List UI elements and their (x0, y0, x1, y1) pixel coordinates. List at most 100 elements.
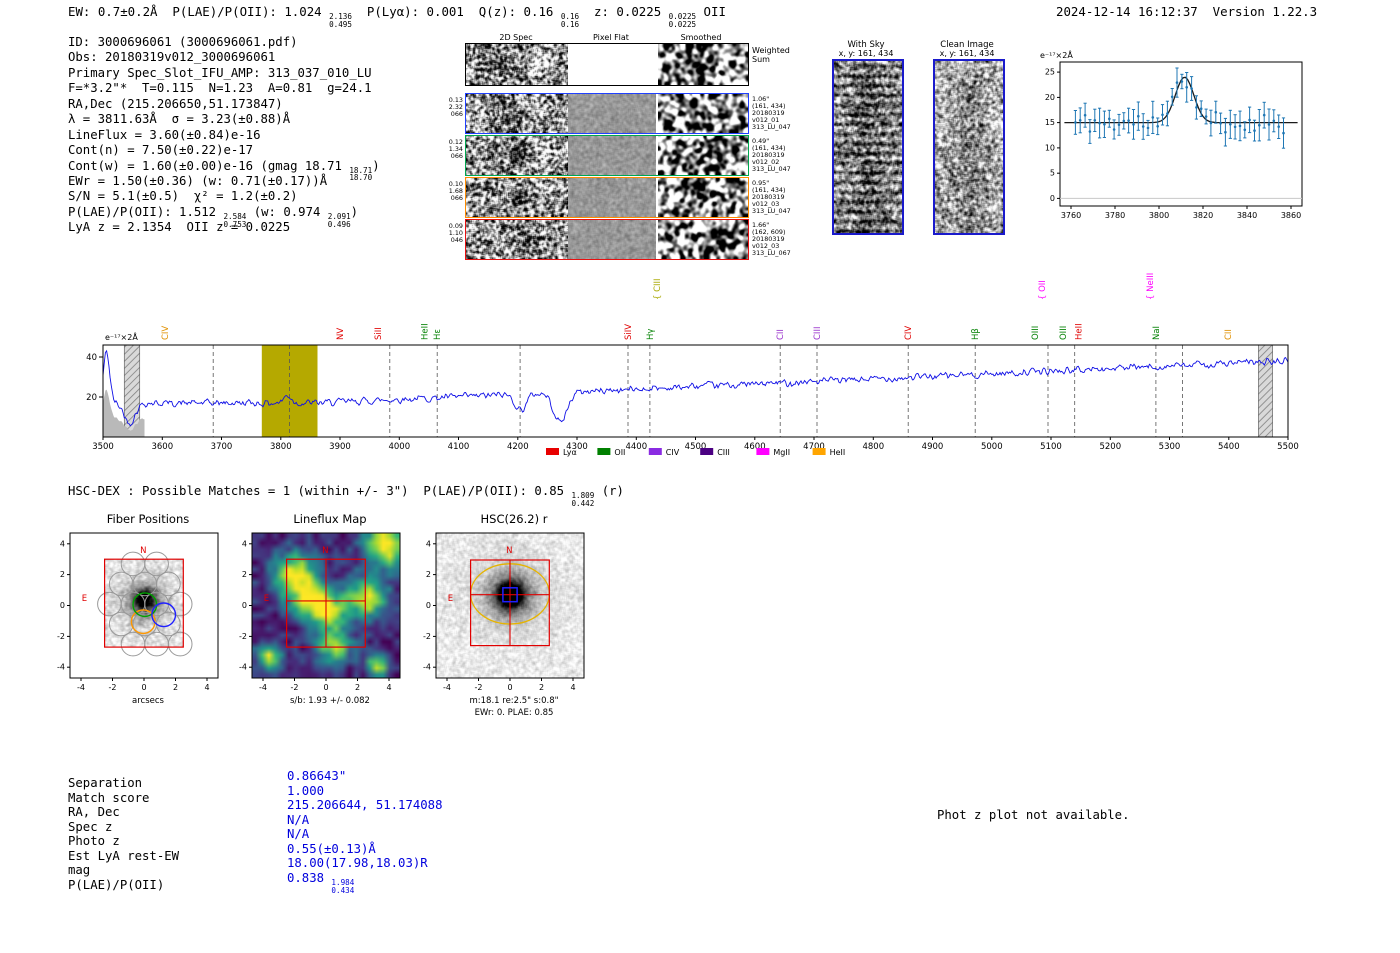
spec2d-row-left-label: 0.12 1.34 066 (448, 138, 463, 160)
match-row-label: Match score (68, 790, 150, 805)
stacked-value: 2.136 0.495 (329, 12, 352, 29)
spec2d-image (466, 44, 568, 85)
stacked-value: 1.809 0.442 (571, 491, 595, 508)
svg-text:3700: 3700 (211, 442, 233, 452)
match-row-value: 18.00(17.98,18.03)R (287, 856, 428, 870)
legend-item: CIII (700, 448, 730, 457)
sky-panel-image (933, 59, 1005, 235)
emission-line-marker: SiIV (624, 324, 634, 340)
text-segment: EWr = 1.50(±0.36) (w: 0.71(±0.17))Å (68, 173, 328, 188)
svg-text:3840: 3840 (1237, 211, 1257, 220)
lineflux-map-plot: N E -4 -4 -2 -2 0 0 2 2 4 4 (239, 532, 401, 692)
hsc-cutout-plot: N E -4 -4 -2 -2 0 0 2 2 4 4 (423, 532, 585, 692)
svg-text:-2: -2 (475, 683, 483, 692)
svg-text:5300: 5300 (1159, 442, 1181, 452)
svg-text:2: 2 (539, 683, 544, 692)
text-segment: λ = 3811.63Å σ = 3.23(±0.88)Å (68, 112, 291, 127)
svg-text:-4: -4 (259, 683, 267, 692)
svg-text:5400: 5400 (1218, 442, 1240, 452)
spec2d-row (465, 43, 749, 86)
svg-text:OII: OII (614, 448, 625, 457)
info-line: ID: 3000696061 (3000696061.pdf) (68, 35, 380, 50)
svg-text:-4: -4 (77, 683, 85, 692)
svg-text:MgII: MgII (773, 448, 790, 457)
match-row-value: 215.206644, 51.174088 (287, 798, 442, 812)
svg-text:2: 2 (60, 570, 65, 579)
info-line: LineFlux = 3.60(±0.84)e-16 (68, 128, 380, 143)
svg-text:3820: 3820 (1193, 211, 1213, 220)
text-segment: ID: 3000696061 (3000696061.pdf) (68, 35, 298, 49)
match-row-label: mag (68, 863, 91, 878)
emission-line-marker: NV (336, 328, 346, 340)
svg-text:0: 0 (323, 683, 328, 692)
photz-note: Phot z plot not available. (937, 808, 1130, 822)
svg-text:4900: 4900 (922, 442, 944, 452)
emission-line-marker: OIII (1031, 326, 1041, 340)
spec2d-row-right-label: 0.49" (161, 434) 20180319 v012_02 313_LU_047 (752, 137, 791, 173)
match-row-label: RA, Dec (68, 805, 120, 820)
emission-line-marker: CIII (813, 327, 823, 340)
info-line: Primary Spec_Slot_IFU_AMP: 313_037_010_L… (68, 66, 380, 81)
info-line: F=*3.2"* T=0.115 N=1.23 A=0.81 g=24.1 (68, 81, 380, 96)
compass-east-label: E (448, 594, 453, 604)
match-row-label: Separation (68, 776, 143, 790)
svg-text:-2: -2 (57, 632, 65, 641)
emission-line-marker: CII (1224, 329, 1234, 340)
svg-text:0: 0 (426, 601, 431, 610)
fit-plot-units-label: e⁻¹⁷×2Å (1040, 49, 1073, 60)
text-segment: LineFlux = 3.60(±0.84)e-16 (68, 127, 261, 142)
timestamp: 2024-12-14 16:12:37 Version 1.22.3 (1056, 4, 1318, 19)
svg-text:4200: 4200 (507, 442, 529, 452)
spec2d-row-left-label: 0.10 1.68 066 (448, 180, 463, 202)
spec2d-image (466, 136, 568, 175)
legend-item: MgII (756, 448, 790, 457)
match-row-value: N/A (287, 813, 309, 827)
spec2d-row-right-label: Weighted Sum (752, 46, 790, 64)
smoothed-image (656, 220, 748, 259)
svg-text:10: 10 (1045, 143, 1055, 152)
svg-text:5200: 5200 (1099, 442, 1121, 452)
svg-text:4800: 4800 (862, 442, 884, 452)
emission-line-marker: CII (776, 329, 786, 340)
text-segment: 0.86643" (287, 769, 347, 783)
pixelflat-image (568, 44, 656, 85)
svg-text:5100: 5100 (1040, 442, 1062, 452)
spec2d-row-right-label: 1.66" (162, 609) 20180319 v012_03 313_LU_067 (752, 221, 791, 257)
svg-text:20: 20 (86, 393, 97, 403)
svg-text:4: 4 (204, 683, 209, 692)
svg-text:3760: 3760 (1061, 211, 1081, 220)
svg-text:0: 0 (141, 683, 146, 692)
svg-text:CIII: CIII (717, 448, 730, 457)
fiber-xlabel: arcsecs (132, 696, 164, 706)
stacked-value: 18.71 18.70 (349, 165, 373, 183)
sky-panel-coords: x, y: 161, 434 (838, 49, 894, 58)
svg-text:4000: 4000 (388, 442, 410, 452)
spec2d-row (465, 219, 749, 260)
svg-text:0: 0 (60, 601, 65, 610)
spec2d-image (466, 220, 568, 259)
compass-north-label: N (506, 546, 512, 556)
spec2d-row-right-label: 1.06" (161, 434) 20180319 v012_01 313_LU_047 (752, 95, 791, 131)
emission-line-marker: CIV (904, 326, 914, 340)
svg-text:2: 2 (242, 570, 247, 579)
svg-text:HeII: HeII (830, 448, 846, 457)
svg-text:-4: -4 (239, 663, 247, 672)
info-line: EWr = 1.50(±0.36) (w: 0.71(±0.17))Å (68, 174, 380, 189)
masked-band (1258, 344, 1273, 438)
svg-text:2: 2 (355, 683, 360, 692)
spec2d-row-left-label: 0.13 2.32 066 (448, 96, 463, 118)
text-segment: Cont(n) = 7.50(±0.22)e-17 (68, 143, 254, 158)
legend-item: OII (597, 448, 625, 457)
emission-line-marker: SiII (374, 327, 384, 340)
spec2d-image (466, 94, 568, 133)
info-line: Cont(n) = 7.50(±0.22)e-17 (68, 143, 380, 158)
legend-item: Lyα (546, 448, 577, 457)
svg-text:4: 4 (242, 539, 247, 548)
smoothed-image (656, 44, 748, 85)
text-segment: Cont(w) = 1.60(±0.00)e-16 (gmag 18.71 (68, 158, 350, 173)
svg-text:5500: 5500 (1277, 442, 1299, 452)
emission-line-marker: { NeIII (1146, 273, 1156, 300)
emission-line-marker: OIII (1059, 326, 1069, 340)
emission-line-marker: { CIII (653, 278, 663, 300)
info-line: Obs: 20180319v012_3000696061 (68, 50, 380, 65)
